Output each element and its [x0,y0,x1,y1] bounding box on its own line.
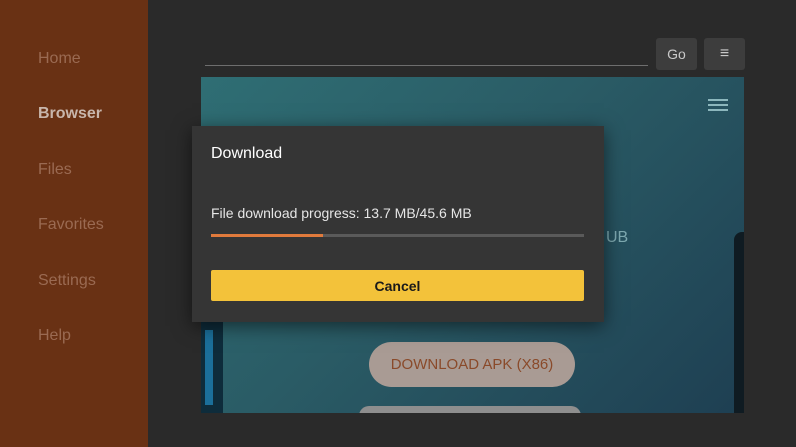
sidebar-item-help[interactable]: Help [38,327,71,345]
web-hamburger-icon[interactable] [708,99,728,111]
download-progress-bar [211,234,584,237]
dialog-title: Download [211,145,283,162]
sidebar-item-favorites[interactable]: Favorites [38,216,104,234]
hamburger-icon: ≡ [719,45,730,62]
web-download-apk-button[interactable]: DOWNLOAD APK (X86) [369,342,575,387]
web-page-text: UB [606,229,629,246]
sidebar: Home Browser Files Favorites Settings He… [0,0,148,447]
download-progress-fill [211,234,323,237]
web-secondary-button[interactable] [359,406,581,413]
go-button[interactable]: Go [656,38,697,70]
download-progress-text: File download progress: 13.7 MB/45.6 MB [211,205,472,221]
sidebar-item-browser[interactable]: Browser [38,105,102,123]
web-image-phone [734,232,744,413]
download-dialog: Download File download progress: 13.7 MB… [192,126,604,322]
url-input[interactable] [205,65,648,66]
cancel-button[interactable]: Cancel [211,270,584,301]
sidebar-item-home[interactable]: Home [38,50,81,68]
menu-button[interactable]: ≡ [704,38,745,70]
web-image-left [201,322,223,413]
sidebar-item-files[interactable]: Files [38,161,72,179]
sidebar-item-settings[interactable]: Settings [38,272,96,290]
